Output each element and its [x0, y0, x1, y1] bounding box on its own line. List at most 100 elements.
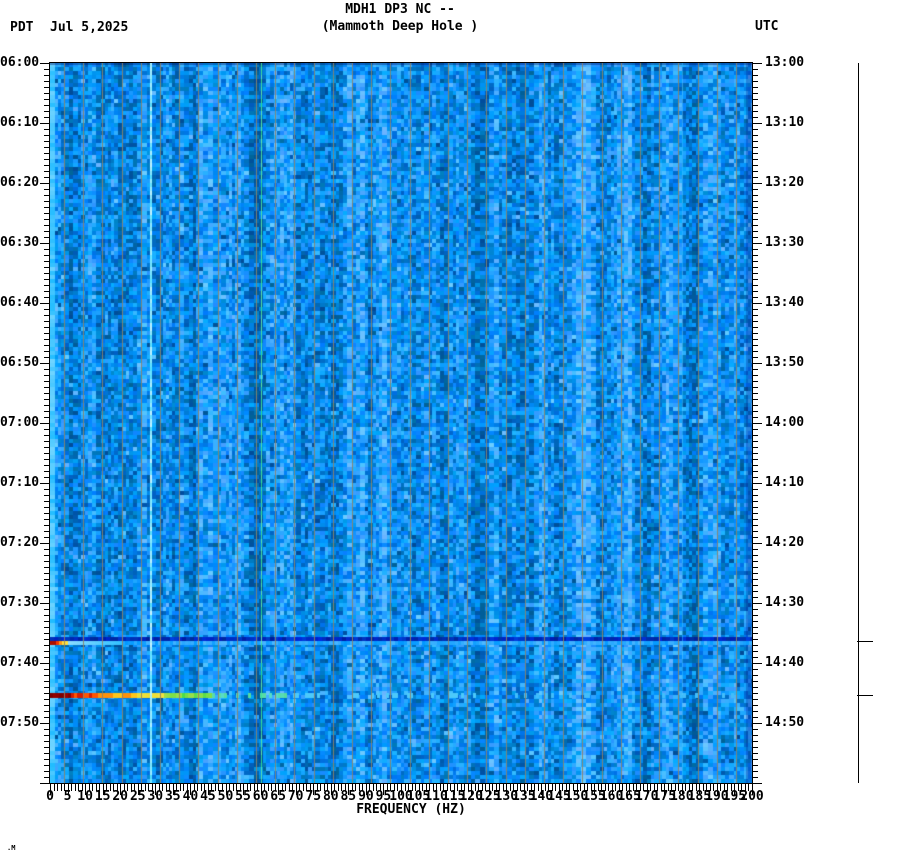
- right-time-tick: [752, 357, 758, 358]
- plot-subtitle: (Mammoth Deep Hole ): [321, 19, 479, 34]
- right-time-tick: [752, 321, 758, 322]
- left-time-tick: [44, 135, 50, 136]
- left-time-tick: [44, 153, 50, 154]
- left-time-tick: [44, 615, 50, 616]
- right-time-tick: [752, 561, 758, 562]
- right-time-tick: [752, 465, 758, 466]
- right-time-tick: [752, 297, 758, 298]
- right-time-tick: [752, 177, 758, 178]
- right-time-label: 14:00: [765, 415, 805, 430]
- left-time-tick: [44, 687, 50, 688]
- left-time-tick: [44, 249, 50, 250]
- left-time-label: 07:20: [0, 535, 40, 550]
- right-time-tick: [752, 225, 758, 226]
- left-time-tick: [40, 783, 50, 784]
- right-time-tick: [752, 543, 762, 544]
- right-time-tick: [752, 705, 758, 706]
- right-time-tick: [752, 531, 758, 532]
- left-time-tick: [44, 645, 50, 646]
- right-time-tick: [752, 681, 758, 682]
- left-time-label: 07:00: [0, 415, 40, 430]
- left-time-tick: [44, 399, 50, 400]
- left-time-tick: [44, 99, 50, 100]
- right-time-tick: [752, 219, 758, 220]
- left-time-tick: [40, 243, 50, 244]
- right-time-tick: [752, 585, 758, 586]
- left-time-tick: [44, 699, 50, 700]
- right-time-tick: [752, 723, 762, 724]
- right-time-tick: [752, 309, 758, 310]
- right-time-tick: [752, 255, 758, 256]
- left-time-tick: [44, 771, 50, 772]
- right-time-label: 14:20: [765, 535, 805, 550]
- left-time-tick: [44, 219, 50, 220]
- right-time-tick: [752, 183, 762, 184]
- left-time-tick: [44, 411, 50, 412]
- left-time-label: 06:50: [0, 355, 40, 370]
- left-time-tick: [44, 189, 50, 190]
- left-time-tick: [44, 711, 50, 712]
- right-time-tick: [752, 345, 758, 346]
- left-time-tick: [44, 729, 50, 730]
- left-time-tick: [44, 159, 50, 160]
- left-time-tick: [44, 669, 50, 670]
- right-time-label: 14:10: [765, 475, 805, 490]
- left-time-tick: [44, 549, 50, 550]
- right-time-tick: [752, 699, 758, 700]
- right-time-tick: [752, 603, 762, 604]
- left-time-tick: [44, 465, 50, 466]
- right-time-tick: [752, 201, 758, 202]
- right-time-tick: [752, 387, 758, 388]
- right-time-tick: [752, 591, 758, 592]
- right-time-tick: [752, 171, 758, 172]
- right-time-tick: [752, 81, 758, 82]
- left-time-tick: [44, 141, 50, 142]
- right-time-tick: [752, 399, 758, 400]
- left-time-tick: [44, 285, 50, 286]
- left-time-tick: [40, 303, 50, 304]
- left-time-tick: [44, 375, 50, 376]
- right-time-label: 13:50: [765, 355, 805, 370]
- right-time-tick: [752, 423, 762, 424]
- right-time-tick: [752, 393, 758, 394]
- left-time-tick: [44, 81, 50, 82]
- left-time-tick: [44, 735, 50, 736]
- timezone-right-label: UTC: [755, 19, 779, 34]
- left-time-tick: [44, 777, 50, 778]
- right-time-tick: [752, 645, 758, 646]
- left-time-tick: [44, 327, 50, 328]
- left-time-tick: [40, 63, 50, 64]
- right-time-tick: [752, 417, 758, 418]
- left-time-tick: [44, 231, 50, 232]
- left-time-tick: [44, 525, 50, 526]
- right-time-label: 13:40: [765, 295, 805, 310]
- left-time-tick: [44, 75, 50, 76]
- right-time-tick: [752, 231, 758, 232]
- left-time-tick: [44, 453, 50, 454]
- left-time-tick: [44, 693, 50, 694]
- left-time-label: 07:10: [0, 475, 40, 490]
- left-time-tick: [44, 477, 50, 478]
- x-axis-title: FREQUENCY (HZ): [356, 802, 466, 817]
- spectrogram-canvas: [50, 63, 752, 783]
- left-time-tick: [44, 597, 50, 598]
- left-time-tick: [44, 561, 50, 562]
- left-time-tick: [44, 765, 50, 766]
- right-time-tick: [752, 351, 758, 352]
- left-time-tick: [44, 321, 50, 322]
- right-time-tick: [752, 477, 758, 478]
- left-time-tick: [40, 723, 50, 724]
- freq-tick-label: 200: [740, 789, 764, 804]
- left-time-tick: [40, 423, 50, 424]
- right-time-tick: [752, 129, 758, 130]
- left-time-tick: [44, 111, 50, 112]
- right-time-tick: [752, 429, 758, 430]
- right-time-tick: [752, 567, 758, 568]
- right-time-label: 13:00: [765, 55, 805, 70]
- right-time-tick: [752, 687, 758, 688]
- left-time-tick: [44, 417, 50, 418]
- left-time-tick: [40, 123, 50, 124]
- right-time-tick: [752, 675, 758, 676]
- left-time-tick: [44, 747, 50, 748]
- right-time-tick: [752, 141, 758, 142]
